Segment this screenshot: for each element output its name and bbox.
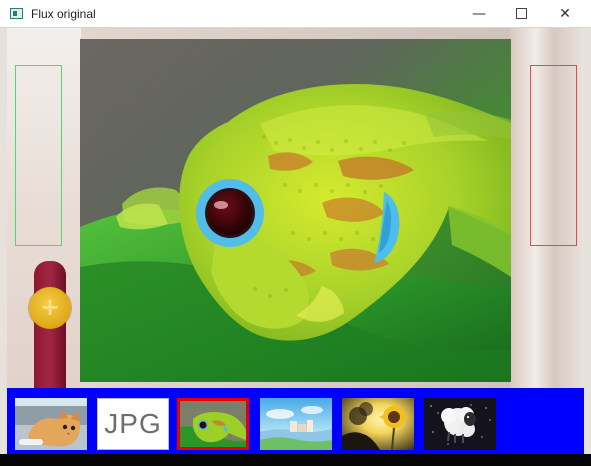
thumbnail-sheep[interactable]: [424, 398, 496, 450]
main-image-gecko: [80, 39, 511, 382]
window-title: Flux original: [31, 7, 96, 21]
plus-icon: +: [39, 293, 61, 321]
thumbnail-sky-town[interactable]: [260, 398, 332, 450]
jpg-label: JPG: [104, 408, 162, 439]
thumbnail-kitten[interactable]: [15, 398, 87, 450]
bottom-edge: [0, 454, 591, 466]
gecko-illustration: [80, 39, 511, 382]
next-zone[interactable]: [530, 65, 577, 246]
thumbnail-sunflower[interactable]: [342, 398, 414, 450]
thumbnail-strip: JPG: [7, 388, 584, 454]
sunflower-thumbnail-image: [342, 398, 414, 450]
maximize-button[interactable]: [498, 0, 544, 28]
sheep-thumbnail-image: [424, 398, 496, 450]
close-button[interactable]: ✕: [542, 0, 588, 28]
flux-window: Flux original — ✕ + JPG: [0, 0, 591, 466]
close-icon: ✕: [559, 6, 571, 22]
window-icon: [10, 8, 23, 19]
maximize-icon: [515, 7, 527, 19]
add-button[interactable]: +: [29, 287, 71, 329]
thumbnail-jpg-icon[interactable]: JPG: [97, 398, 169, 450]
minimize-icon: —: [472, 6, 486, 22]
minimize-button[interactable]: —: [456, 0, 502, 28]
sky-town-thumbnail-image: [260, 398, 332, 450]
gecko-thumbnail-image: [180, 401, 246, 447]
thumbnail-gecko[interactable]: [177, 398, 249, 450]
kitten-thumbnail-image: [15, 398, 87, 450]
previous-zone[interactable]: [15, 65, 62, 246]
title-bar[interactable]: Flux original — ✕: [0, 0, 591, 28]
